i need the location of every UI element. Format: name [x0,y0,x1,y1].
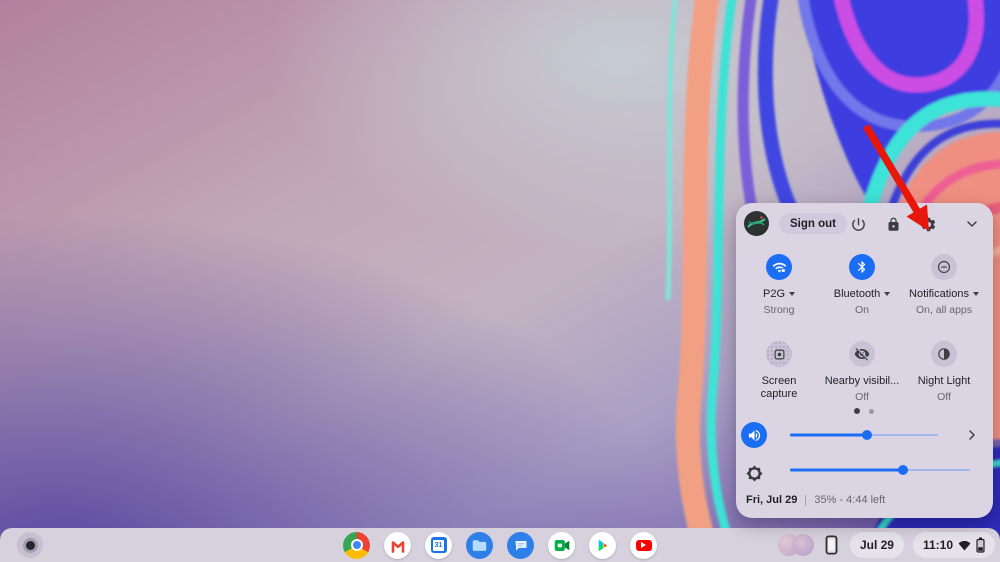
visibility-off-icon [854,346,870,362]
nearby-visibility-tile-circle [849,341,875,367]
footer-divider [805,495,806,506]
page-dot-2[interactable] [869,409,874,414]
messages-icon [507,532,534,559]
chevron-right-icon [964,427,980,443]
battery-icon [976,537,985,553]
notifications-tile-circle [931,254,957,280]
sign-out-button[interactable]: Sign out [779,213,847,234]
lock-icon [886,217,901,232]
files-icon [466,532,493,559]
brightness-slider-fill [790,469,903,472]
tile-network[interactable]: P2G Strong [739,254,819,316]
footer-battery-status: 35% - 4:44 left [814,494,885,506]
sign-out-label: Sign out [790,218,836,230]
volume-mute-button[interactable] [741,422,767,448]
user-avatar[interactable] [744,211,769,236]
battery-fill [978,547,983,551]
tile-nearby-visibility[interactable]: Nearby visibil... Off [822,341,902,403]
brightness-slider[interactable] [790,464,970,476]
brightness-slider-thumb[interactable] [898,465,908,475]
shelf-date: Jul 29 [860,538,894,552]
quick-settings-header: Sign out [736,203,993,243]
brightness-icon [745,464,763,482]
screen-capture-tile-circle [766,341,792,367]
bluetooth-tile-circle [849,254,875,280]
nearby-visibility-tile-sublabel: Off [855,391,869,403]
meet-icon [554,539,570,552]
quick-settings-panel: Sign out [736,203,993,518]
bluetooth-icon [855,260,869,274]
volume-up-icon [747,428,762,443]
screen-capture-tile-label: Screen capture [751,375,807,400]
holding-space-item-icon [792,534,814,556]
notifications-tile-label: Notifications [909,288,969,301]
night-light-tile-sublabel: Off [937,391,951,403]
app-chrome[interactable] [343,532,370,559]
status-tray: Jul 29 11:10 [778,532,995,558]
volume-slider-fill [790,434,867,437]
volume-slider-thumb[interactable] [862,430,872,440]
avatar-art [744,211,769,236]
do-not-disturb-icon [936,259,952,275]
caret-down-icon [884,292,890,296]
chromeos-desktop: Sign out [0,0,1000,562]
collapse-panel-button[interactable] [962,214,982,234]
network-tile-circle [766,254,792,280]
status-area-button[interactable]: 11:10 [913,532,995,558]
power-button[interactable] [848,214,868,234]
tile-pagination [836,408,892,414]
night-light-tile-circle [931,341,957,367]
nearby-visibility-tile-label: Nearby visibil... [825,375,900,388]
audio-settings-button[interactable] [960,422,984,448]
calendar-day: 31 [433,540,444,551]
phone-hub-button[interactable] [823,533,841,557]
play-store-icon [594,537,611,554]
settings-gear-button[interactable] [918,214,938,234]
calendar-icon: 31 [431,537,447,553]
app-play-store[interactable] [589,532,616,559]
app-gmail[interactable] [384,532,411,559]
app-files[interactable] [466,532,493,559]
wifi-lock-icon [772,260,787,275]
volume-slider[interactable] [790,429,938,441]
settings-gear-icon [920,216,937,233]
tile-bluetooth[interactable]: Bluetooth On [822,254,902,316]
app-calendar[interactable]: 31 [425,532,452,559]
page-dot-1[interactable] [854,408,860,414]
power-icon [850,216,867,233]
shelf-time: 11:10 [923,538,953,552]
bluetooth-tile-sublabel: On [855,304,869,316]
network-tile-label: P2G [763,288,785,301]
youtube-icon [636,540,652,551]
tile-notifications[interactable]: Notifications On, all apps [904,254,984,316]
chevron-down-icon [964,216,980,232]
app-messages[interactable] [507,532,534,559]
date-chip[interactable]: Jul 29 [850,532,904,558]
app-meet[interactable] [548,532,575,559]
screen-capture-icon [772,347,787,362]
phone-icon [825,535,838,555]
footer-date: Fri, Jul 29 [746,494,797,506]
wifi-icon [958,540,971,551]
night-light-tile-label: Night Light [918,375,971,388]
quick-settings-footer: Fri, Jul 29 35% - 4:44 left [746,490,983,510]
app-youtube[interactable] [630,532,657,559]
tile-screen-capture[interactable]: Screen capture [739,341,819,400]
caret-down-icon [973,292,979,296]
gmail-icon [389,536,407,554]
caret-down-icon [789,292,795,296]
holding-space-button[interactable] [778,534,814,556]
network-tile-sublabel: Strong [764,304,795,316]
lock-screen-button[interactable] [883,214,903,234]
notifications-tile-sublabel: On, all apps [916,304,972,316]
shelf: 31 [0,528,1000,562]
chrome-icon [343,532,370,559]
night-light-icon [936,346,952,362]
bluetooth-tile-label: Bluetooth [834,288,880,301]
tile-night-light[interactable]: Night Light Off [904,341,984,403]
